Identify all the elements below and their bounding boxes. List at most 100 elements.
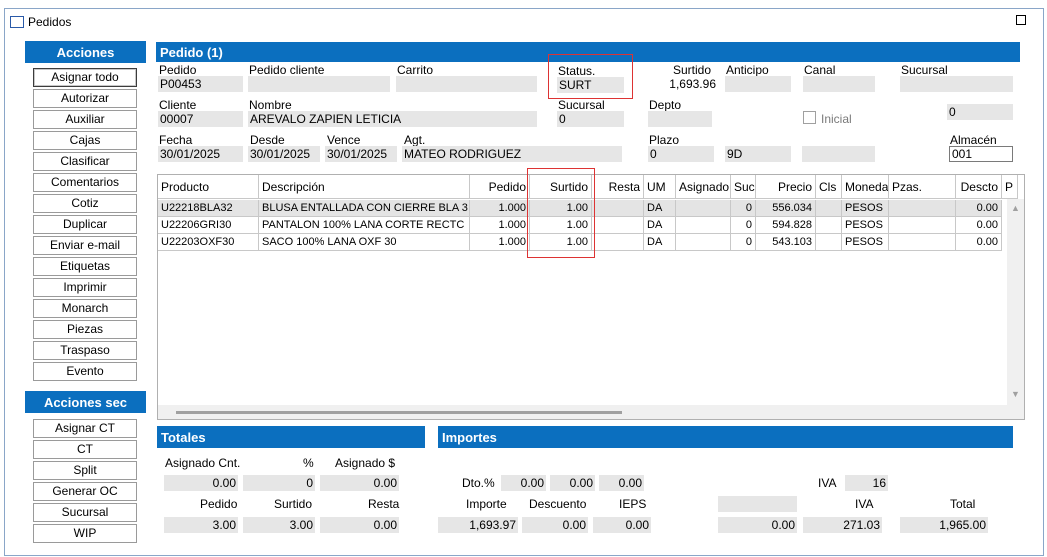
dto1-field[interactable]: 0.00 bbox=[501, 475, 546, 491]
acciones-comentarios-button[interactable]: Comentarios bbox=[33, 173, 137, 192]
fecha-field[interactable]: 30/01/2025 bbox=[158, 146, 243, 162]
acciones-sec-ct-button[interactable]: CT bbox=[33, 440, 137, 459]
nombre-field[interactable]: AREVALO ZAPIEN LETICIA bbox=[248, 111, 537, 127]
maximize-button[interactable] bbox=[1016, 15, 1026, 25]
table-cell[interactable]: 0 bbox=[731, 200, 756, 217]
acciones-cajas-button[interactable]: Cajas bbox=[33, 131, 137, 150]
column-header-descto[interactable]: Descto bbox=[956, 175, 1002, 199]
column-header-um[interactable]: UM bbox=[644, 175, 676, 199]
column-header-suc-[interactable]: Suc. bbox=[731, 175, 756, 199]
table-cell[interactable]: U22203OXF30 bbox=[158, 234, 259, 251]
acciones-piezas-button[interactable]: Piezas bbox=[33, 320, 137, 339]
carrito-field[interactable] bbox=[396, 76, 537, 92]
table-cell[interactable]: DA bbox=[644, 217, 676, 234]
depto-field[interactable] bbox=[648, 111, 712, 127]
anticipo-field[interactable] bbox=[725, 76, 791, 92]
acciones-clasificar-button[interactable]: Clasificar bbox=[33, 152, 137, 171]
table-cell[interactable] bbox=[889, 200, 956, 217]
desde-field[interactable]: 30/01/2025 bbox=[248, 146, 320, 162]
acciones-imprimir-button[interactable]: Imprimir bbox=[33, 278, 137, 297]
acciones-evento-button[interactable]: Evento bbox=[33, 362, 137, 381]
table-cell[interactable]: 543.103 bbox=[756, 234, 816, 251]
canal-field[interactable] bbox=[803, 76, 875, 92]
table-cell[interactable]: 0.00 bbox=[956, 200, 1002, 217]
acciones-sec-asignar-ct-button[interactable]: Asignar CT bbox=[33, 419, 137, 438]
dto2-field[interactable]: 0.00 bbox=[550, 475, 595, 491]
acciones-sec-sucursal-button[interactable]: Sucursal bbox=[33, 503, 137, 522]
cliente-field[interactable]: 00007 bbox=[158, 111, 243, 127]
acciones-enviar-e-mail-button[interactable]: Enviar e-mail bbox=[33, 236, 137, 255]
table-cell[interactable] bbox=[889, 217, 956, 234]
column-header-precio[interactable]: Precio bbox=[756, 175, 816, 199]
column-header-moneda[interactable]: Moneda bbox=[842, 175, 889, 199]
table-cell[interactable] bbox=[676, 217, 731, 234]
table-cell[interactable]: 0 bbox=[731, 217, 756, 234]
table-cell[interactable] bbox=[816, 217, 842, 234]
table-cell[interactable]: U22218BLA32 bbox=[158, 200, 259, 217]
table-cell[interactable]: 1.000 bbox=[470, 217, 530, 234]
vence-field[interactable]: 30/01/2025 bbox=[325, 146, 397, 162]
pedido-field[interactable]: P00453 bbox=[158, 76, 243, 92]
table-cell[interactable] bbox=[592, 200, 644, 217]
table-cell[interactable]: 1.000 bbox=[470, 200, 530, 217]
table-cell[interactable] bbox=[816, 234, 842, 251]
almacen-field[interactable]: 001 bbox=[949, 146, 1013, 162]
horizontal-scrollbar[interactable] bbox=[158, 405, 1007, 419]
table-cell[interactable]: PESOS bbox=[842, 234, 889, 251]
table-cell[interactable]: DA bbox=[644, 234, 676, 251]
table-cell[interactable] bbox=[889, 234, 956, 251]
dto3-field[interactable]: 0.00 bbox=[599, 475, 644, 491]
sucursal-field[interactable] bbox=[900, 76, 1013, 92]
vertical-scrollbar[interactable]: ▲ ▼ bbox=[1007, 199, 1024, 419]
agt-field[interactable]: MATEO RODRIGUEZ bbox=[402, 146, 622, 162]
table-cell[interactable]: BLUSA ENTALLADA CON CIERRE BLA 3 bbox=[259, 200, 470, 217]
column-header-pedido[interactable]: Pedido bbox=[470, 175, 530, 199]
sucursal2-field[interactable]: 0 bbox=[557, 111, 624, 127]
acciones-cotiz-button[interactable]: Cotiz bbox=[33, 194, 137, 213]
acciones-sec-wip-button[interactable]: WIP bbox=[33, 524, 137, 543]
acciones-traspaso-button[interactable]: Traspaso bbox=[33, 341, 137, 360]
table-cell[interactable]: 0 bbox=[731, 234, 756, 251]
horizontal-scroll-thumb[interactable] bbox=[176, 411, 622, 414]
column-header-producto[interactable]: Producto bbox=[158, 175, 259, 199]
pedido-cliente-field[interactable] bbox=[248, 76, 390, 92]
scroll-up-icon[interactable]: ▲ bbox=[1011, 203, 1020, 213]
table-cell[interactable]: PANTALON 100% LANA CORTE RECTC bbox=[259, 217, 470, 234]
table-cell[interactable]: PESOS bbox=[842, 200, 889, 217]
column-header-cls[interactable]: Cls bbox=[816, 175, 842, 199]
table-cell[interactable]: 594.828 bbox=[756, 217, 816, 234]
plazo-days-field[interactable]: 9D bbox=[725, 146, 791, 162]
iva-rate-field[interactable]: 16 bbox=[845, 475, 888, 491]
column-header-asignado[interactable]: Asignado bbox=[676, 175, 731, 199]
plazo-field[interactable]: 0 bbox=[648, 146, 714, 162]
acciones-duplicar-button[interactable]: Duplicar bbox=[33, 215, 137, 234]
acciones-autorizar-button[interactable]: Autorizar bbox=[33, 89, 137, 108]
scroll-down-icon[interactable]: ▼ bbox=[1011, 389, 1020, 399]
table-cell[interactable]: U22206GRI30 bbox=[158, 217, 259, 234]
column-header-descripci-n[interactable]: Descripción bbox=[259, 175, 470, 199]
table-cell[interactable] bbox=[592, 234, 644, 251]
table-cell[interactable] bbox=[676, 234, 731, 251]
acciones-etiquetas-button[interactable]: Etiquetas bbox=[33, 257, 137, 276]
plazo-extra-field[interactable] bbox=[802, 146, 875, 162]
acciones-monarch-button[interactable]: Monarch bbox=[33, 299, 137, 318]
table-cell[interactable]: PESOS bbox=[842, 217, 889, 234]
table-cell[interactable]: DA bbox=[644, 200, 676, 217]
column-header-p[interactable]: P bbox=[1002, 175, 1018, 199]
acciones-auxiliar-button[interactable]: Auxiliar bbox=[33, 110, 137, 129]
table-cell[interactable] bbox=[676, 200, 731, 217]
table-cell[interactable]: 1.000 bbox=[470, 234, 530, 251]
column-header-resta[interactable]: Resta bbox=[592, 175, 644, 199]
table-cell[interactable]: 0.00 bbox=[956, 234, 1002, 251]
column-header-pzas-[interactable]: Pzas. bbox=[889, 175, 956, 199]
table-cell[interactable]: 0.00 bbox=[956, 217, 1002, 234]
acciones-asignar-todo-button[interactable]: Asignar todo bbox=[33, 68, 137, 87]
acciones-sec-generar-oc-button[interactable]: Generar OC bbox=[33, 482, 137, 501]
table-cell[interactable]: 556.034 bbox=[756, 200, 816, 217]
acciones-sec-split-button[interactable]: Split bbox=[33, 461, 137, 480]
right-value-field[interactable]: 0 bbox=[947, 104, 1013, 120]
table-cell[interactable] bbox=[816, 200, 842, 217]
table-cell[interactable] bbox=[592, 217, 644, 234]
inicial-checkbox[interactable] bbox=[803, 111, 816, 124]
table-cell[interactable]: SACO 100% LANA OXF 30 bbox=[259, 234, 470, 251]
